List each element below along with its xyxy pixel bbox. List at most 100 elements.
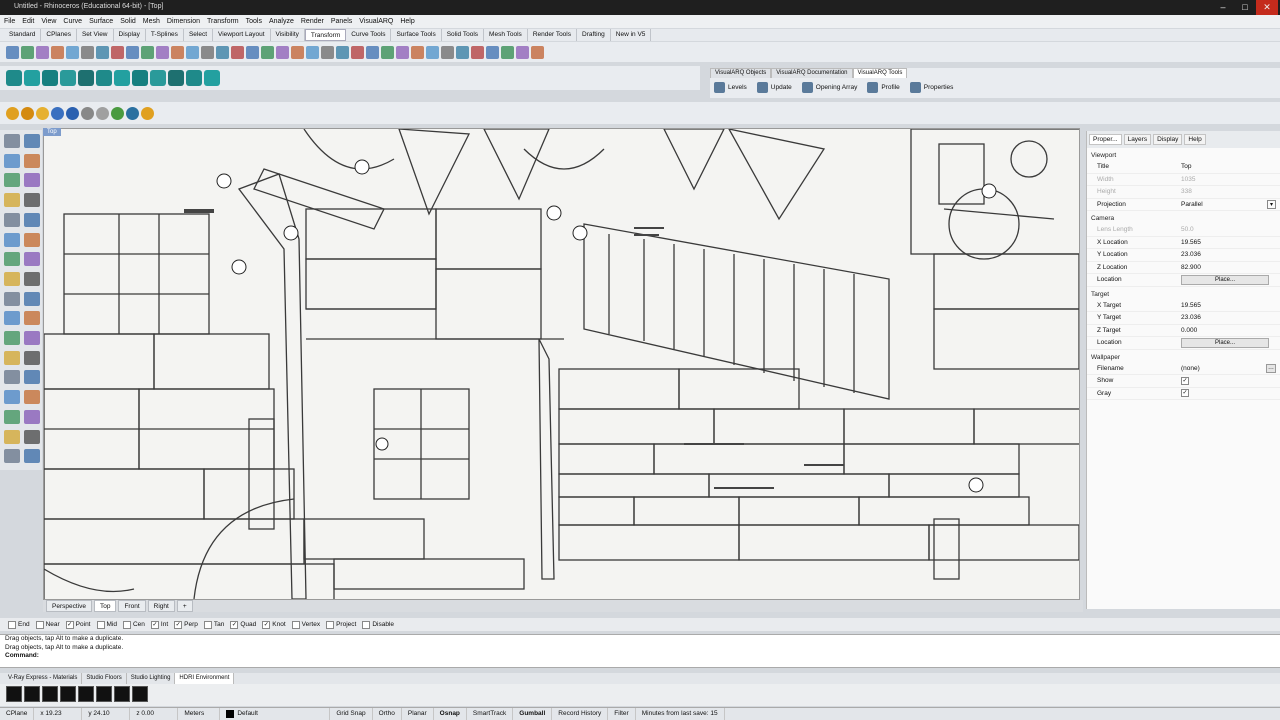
levels-button[interactable]: Levels (714, 82, 747, 93)
menu-transform[interactable]: Transform (207, 18, 239, 25)
tab-mesh-tools[interactable]: Mesh Tools (484, 29, 528, 41)
osnap-checkbox[interactable] (96, 620, 105, 629)
tab-viewport-layout[interactable]: Viewport Layout (213, 29, 271, 41)
transform-tool-icon[interactable] (171, 45, 184, 59)
transform-tool-icon[interactable] (366, 45, 379, 59)
top-viewport[interactable] (43, 128, 1080, 600)
sidebar-tool-icon[interactable] (24, 390, 40, 405)
panel-tab-help[interactable]: Help (1184, 134, 1206, 145)
render-tab-hdri-environment[interactable]: HDRI Environment (175, 673, 235, 684)
sidebar-tool-icon[interactable] (4, 390, 20, 405)
transform-tool-icon[interactable] (111, 45, 124, 59)
menu-visualarq[interactable]: VisualARQ (359, 18, 393, 25)
properties-button[interactable]: Properties (909, 82, 953, 93)
tab-transform[interactable]: Transform (304, 29, 347, 41)
transform-tool-icon[interactable] (381, 45, 394, 59)
osnap-checkbox[interactable]: ✓ (262, 620, 271, 629)
viewport-title[interactable]: Top (43, 128, 61, 136)
tab-select[interactable]: Select (184, 29, 214, 41)
visualarq-object-icon[interactable] (78, 70, 94, 86)
layer-indicator[interactable]: Default (220, 708, 331, 720)
visualarq-object-icon[interactable] (186, 70, 202, 86)
sidebar-tool-icon[interactable] (4, 449, 20, 464)
sidebar-tool-icon[interactable] (24, 252, 40, 267)
visualarq-tab-visualarq-tools[interactable]: VisualARQ Tools (852, 68, 908, 78)
osnap-knot[interactable]: ✓ Knot (262, 620, 286, 629)
osnap-checkbox[interactable] (203, 620, 212, 629)
menu-surface[interactable]: Surface (89, 18, 113, 25)
property-value[interactable]: 19.565 (1177, 239, 1280, 246)
sidebar-tool-icon[interactable] (4, 370, 20, 385)
tab-standard[interactable]: Standard (4, 29, 42, 41)
osnap-checkbox[interactable] (122, 620, 131, 629)
menu-render[interactable]: Render (301, 18, 324, 25)
sidebar-tool-icon[interactable] (24, 134, 40, 148)
transform-tool-icon[interactable] (141, 45, 154, 59)
sidebar-tool-icon[interactable] (24, 193, 40, 208)
transform-tool-icon[interactable] (321, 45, 334, 59)
menu-analyze[interactable]: Analyze (269, 18, 294, 25)
property-value[interactable]: 19.565 (1177, 302, 1280, 309)
viewport-tab-top[interactable]: Top (93, 600, 117, 612)
menu-curve[interactable]: Curve (63, 18, 82, 25)
property-value[interactable]: 23.036 (1177, 314, 1280, 321)
sidebar-tool-icon[interactable] (24, 173, 40, 188)
menu-tools[interactable]: Tools (246, 18, 262, 25)
property-value[interactable]: Top (1177, 163, 1280, 170)
panel-tab-layers[interactable]: Layers (1123, 134, 1152, 145)
visualarq-object-icon[interactable] (60, 70, 76, 86)
viewport-tab-front[interactable]: Front (118, 600, 146, 612)
osnap-project[interactable]: Project (326, 620, 356, 629)
sidebar-tool-icon[interactable] (4, 252, 20, 267)
update-button[interactable]: Update (756, 82, 792, 93)
transform-tool-icon[interactable] (531, 45, 544, 59)
render-tool-icon[interactable] (81, 106, 94, 120)
transform-tool-icon[interactable] (81, 45, 94, 59)
transform-tool-icon[interactable] (396, 45, 409, 59)
opening-array-button[interactable]: Opening Array (801, 82, 857, 93)
cplane-label[interactable]: CPlane (0, 708, 35, 720)
wallpaper-show-checkbox[interactable]: ✓ (1181, 376, 1189, 385)
transform-tool-icon[interactable] (96, 45, 109, 59)
property-value[interactable]: 23.036 (1177, 251, 1280, 258)
transform-tool-icon[interactable] (411, 45, 424, 59)
sidebar-tool-icon[interactable] (24, 271, 40, 286)
transform-tool-icon[interactable] (201, 45, 214, 59)
osnap-checkbox[interactable] (8, 620, 16, 629)
osnap-int[interactable]: ✓ Int (150, 620, 168, 629)
visualarq-object-icon[interactable] (204, 70, 220, 86)
wallpaper-filename-value[interactable]: (none) (1177, 365, 1266, 372)
tab-solid-tools[interactable]: Solid Tools (442, 29, 485, 41)
tab-set-view[interactable]: Set View (77, 29, 114, 41)
transform-tool-icon[interactable] (336, 45, 349, 59)
transform-tool-icon[interactable] (126, 45, 139, 59)
target-place-button[interactable]: Place... (1181, 337, 1269, 348)
transform-tool-icon[interactable] (156, 45, 169, 59)
osnap-point[interactable]: ✓ Point (65, 620, 91, 629)
osnap-checkbox[interactable] (291, 620, 300, 629)
status-toggle-filter[interactable]: Filter (608, 708, 636, 720)
visualarq-object-icon[interactable] (24, 70, 40, 86)
visualarq-object-icon[interactable] (6, 70, 22, 86)
close-button[interactable]: ✕ (1256, 0, 1278, 15)
render-tool-icon[interactable] (6, 106, 19, 120)
material-thumbnail[interactable] (42, 686, 58, 702)
sidebar-tool-icon[interactable] (4, 291, 20, 306)
osnap-checkbox[interactable]: ✓ (150, 620, 159, 629)
menu-dimension[interactable]: Dimension (167, 18, 200, 25)
status-toggle-planar[interactable]: Planar (402, 708, 434, 720)
command-area[interactable]: Drag objects, tap Alt to make a duplicat… (0, 634, 1280, 668)
material-thumbnail[interactable] (114, 686, 130, 702)
sidebar-tool-icon[interactable] (4, 232, 20, 247)
render-tab-studio-lighting[interactable]: Studio Lighting (127, 673, 176, 684)
osnap-end[interactable]: End (8, 620, 30, 629)
transform-tool-icon[interactable] (516, 45, 529, 59)
sidebar-tool-icon[interactable] (24, 350, 40, 365)
sidebar-tool-icon[interactable] (4, 173, 20, 188)
osnap-vertex[interactable]: Vertex (291, 620, 320, 629)
menu-help[interactable]: Help (400, 18, 414, 25)
tab-new-in-v5[interactable]: New in V5 (611, 29, 652, 41)
property-value[interactable]: 82.900 (1177, 264, 1280, 271)
status-toggle-ortho[interactable]: Ortho (373, 708, 402, 720)
transform-tool-icon[interactable] (486, 45, 499, 59)
